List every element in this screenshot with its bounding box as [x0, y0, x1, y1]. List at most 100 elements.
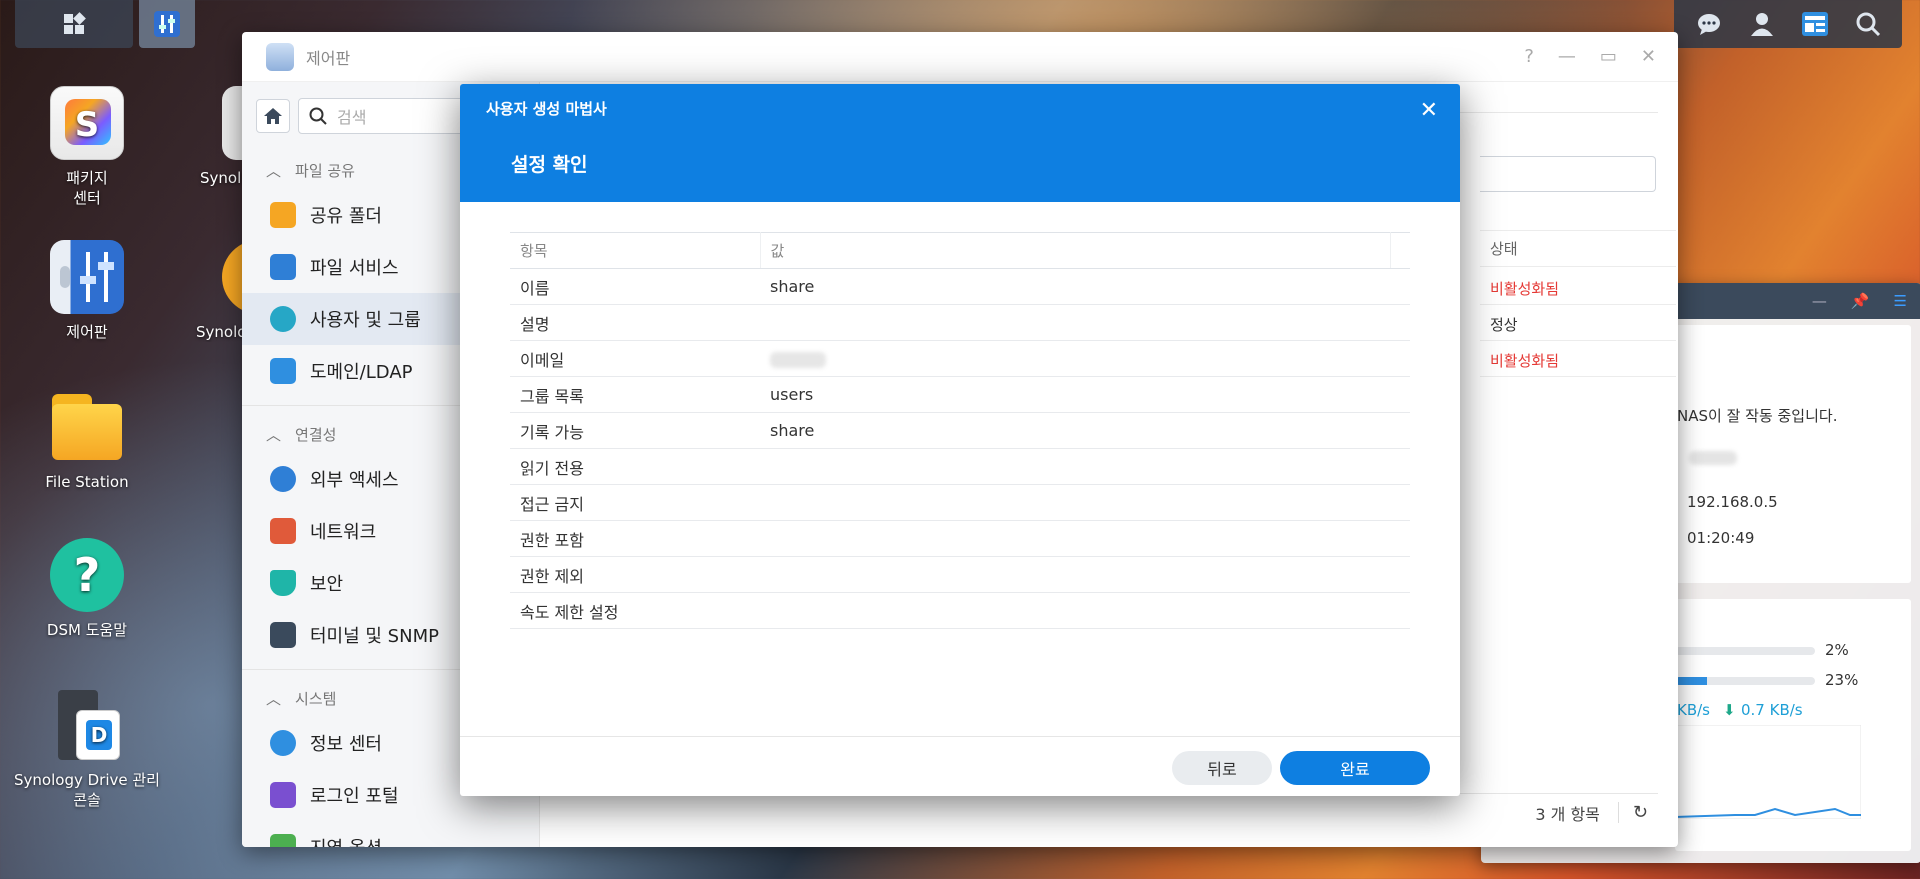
desktop-icon-file-station[interactable]: File Station — [12, 390, 162, 492]
sidebar-item-label: 보안 — [310, 574, 344, 595]
sidebar-item-label: 지역 옵션 — [310, 834, 382, 847]
chat-icon[interactable] — [1695, 10, 1723, 38]
done-button[interactable]: 완료 — [1280, 751, 1430, 785]
home-icon — [264, 108, 282, 124]
home-button[interactable] — [256, 99, 290, 133]
row-item: 권한 제외 — [510, 556, 760, 593]
row-value — [760, 448, 1410, 485]
sidebar-item-label: 공유 폴더 — [310, 206, 382, 227]
user-icon[interactable] — [1748, 10, 1776, 38]
taskbar-left — [15, 0, 195, 48]
user-search-field[interactable] — [1480, 156, 1656, 192]
row-divider — [1480, 304, 1676, 305]
uptime: 01:20:49 — [1687, 529, 1755, 547]
wizard-step-title: 설정 확인 — [511, 154, 588, 176]
row-value-blurred — [760, 340, 1410, 377]
item-count: 3 개 항목 — [1535, 804, 1600, 824]
taskbar-right — [1674, 0, 1902, 48]
close-icon[interactable]: ✕ — [1641, 46, 1656, 67]
chevron-up-icon: ︿ — [266, 426, 282, 444]
row-value — [760, 520, 1410, 557]
wizard-header: 사용자 생성 마법사 ✕ 설정 확인 — [460, 84, 1460, 202]
info-center-icon — [270, 730, 296, 756]
minimize-icon[interactable]: — — [1812, 292, 1827, 310]
row-item: 권한 포함 — [510, 520, 760, 557]
control-panel-icon — [266, 42, 294, 71]
sidebar-item-label: 도메인/LDAP — [310, 362, 413, 383]
desktop-icon-help[interactable]: ? DSM 도움말 — [12, 538, 162, 640]
file-station-icon — [50, 390, 124, 464]
login-portal-icon — [270, 782, 296, 808]
sidebar-item-label: 파일 서비스 — [310, 258, 399, 279]
taskbar-control-panel-button[interactable] — [139, 0, 195, 48]
user-status: 비활성화됨 — [1490, 280, 1560, 298]
row-value: share — [760, 412, 1410, 449]
cpu-usage: 2% — [1825, 641, 1849, 659]
ip-address: 192.168.0.5 — [1687, 493, 1778, 511]
user-status: 정상 — [1490, 316, 1518, 334]
column-header-status[interactable]: 상태 — [1480, 230, 1676, 267]
column-header-label: 상태 — [1490, 240, 1518, 258]
column-header-item[interactable]: 항목 — [510, 232, 761, 269]
window-controls: ? — ▭ ✕ — [1524, 46, 1656, 67]
domain-icon — [270, 358, 296, 384]
sidebar-item-label: 네트워크 — [310, 522, 377, 543]
row-item: 접근 금지 — [510, 484, 760, 521]
resource-monitor-panel: 2% 23% KB/s ⬇ 0.7 KB/s — [1675, 599, 1911, 851]
download-speed-icon: ⬇ — [1723, 701, 1736, 719]
cpu-usage-bar — [1675, 647, 1815, 655]
ram-usage-bar — [1675, 677, 1815, 685]
security-icon — [270, 570, 296, 596]
desktop-icon-label: Synolo — [196, 323, 242, 341]
widget-menu-icon[interactable]: ☰ — [1894, 292, 1907, 310]
row-divider — [1480, 340, 1676, 341]
table-footer: 3 개 항목 ↻ — [560, 793, 1658, 831]
table-row: 이름 share — [510, 268, 1410, 305]
desktop-icon-package-center[interactable]: S 패키지 센터 — [12, 86, 162, 209]
section-label: 시스템 — [295, 690, 337, 708]
desktop-icon-label: File Station — [45, 473, 129, 491]
system-health-panel: NAS이 잘 작동 중입니다. 192.168.0.5 01:20:49 — [1675, 325, 1911, 583]
desktop-icon-synology-app-1[interactable]: Synol — [162, 86, 242, 188]
sidebar-item-regional-options[interactable]: 지역 옵션 — [242, 821, 539, 847]
synology-drive-icon: D — [50, 688, 124, 762]
maximize-icon[interactable]: ▭ — [1600, 46, 1617, 67]
row-value — [760, 304, 1410, 341]
row-value — [760, 484, 1410, 521]
network-graph — [1675, 725, 1861, 819]
desktop-icon-control-panel[interactable]: 제어판 — [12, 240, 162, 342]
desktop-icon-synology-drive[interactable]: D Synology Drive 관리 콘솔 — [12, 688, 162, 811]
row-divider — [1480, 376, 1676, 377]
close-icon[interactable]: ✕ — [1420, 98, 1438, 123]
window-title: 제어판 — [306, 48, 351, 68]
search-placeholder: 검색 — [337, 108, 367, 127]
control-panel-icon — [154, 11, 180, 37]
widget-icon[interactable] — [1801, 10, 1829, 38]
row-value: share — [760, 268, 1410, 305]
back-button[interactable]: 뒤로 — [1172, 751, 1272, 785]
wizard-footer: 뒤로 완료 — [460, 736, 1460, 796]
table-row: 이메일 — [510, 340, 1410, 377]
main-menu-button[interactable] — [15, 0, 133, 48]
refresh-icon[interactable]: ↻ — [1617, 802, 1648, 823]
desktop-icon-label: Synology Drive 관리 콘솔 — [14, 771, 160, 810]
column-header-value[interactable]: 값 — [760, 232, 1391, 269]
table-row: 그룹 목록 users — [510, 376, 1410, 413]
search-icon[interactable] — [1854, 10, 1882, 38]
chevron-up-icon: ︿ — [266, 690, 282, 708]
table-row: 권한 제외 — [510, 556, 1410, 593]
table-row: 설명 — [510, 304, 1410, 341]
control-panel-icon — [50, 240, 124, 314]
help-icon[interactable]: ? — [1524, 46, 1534, 67]
desktop-icon-synology-app-2[interactable]: Synolo — [162, 240, 242, 342]
sidebar-item-label: 사용자 및 그룹 — [310, 310, 421, 331]
row-item: 설명 — [510, 304, 760, 341]
pin-icon[interactable]: 📌 — [1851, 292, 1870, 310]
row-item: 이름 — [510, 268, 760, 305]
desktop-icon-label: 제어판 — [66, 323, 108, 341]
minimize-icon[interactable]: — — [1558, 46, 1576, 67]
regional-icon — [270, 834, 296, 847]
row-item: 속도 제한 설정 — [510, 592, 760, 629]
file-services-icon — [270, 254, 296, 280]
sidebar-item-label: 정보 센터 — [310, 734, 382, 755]
